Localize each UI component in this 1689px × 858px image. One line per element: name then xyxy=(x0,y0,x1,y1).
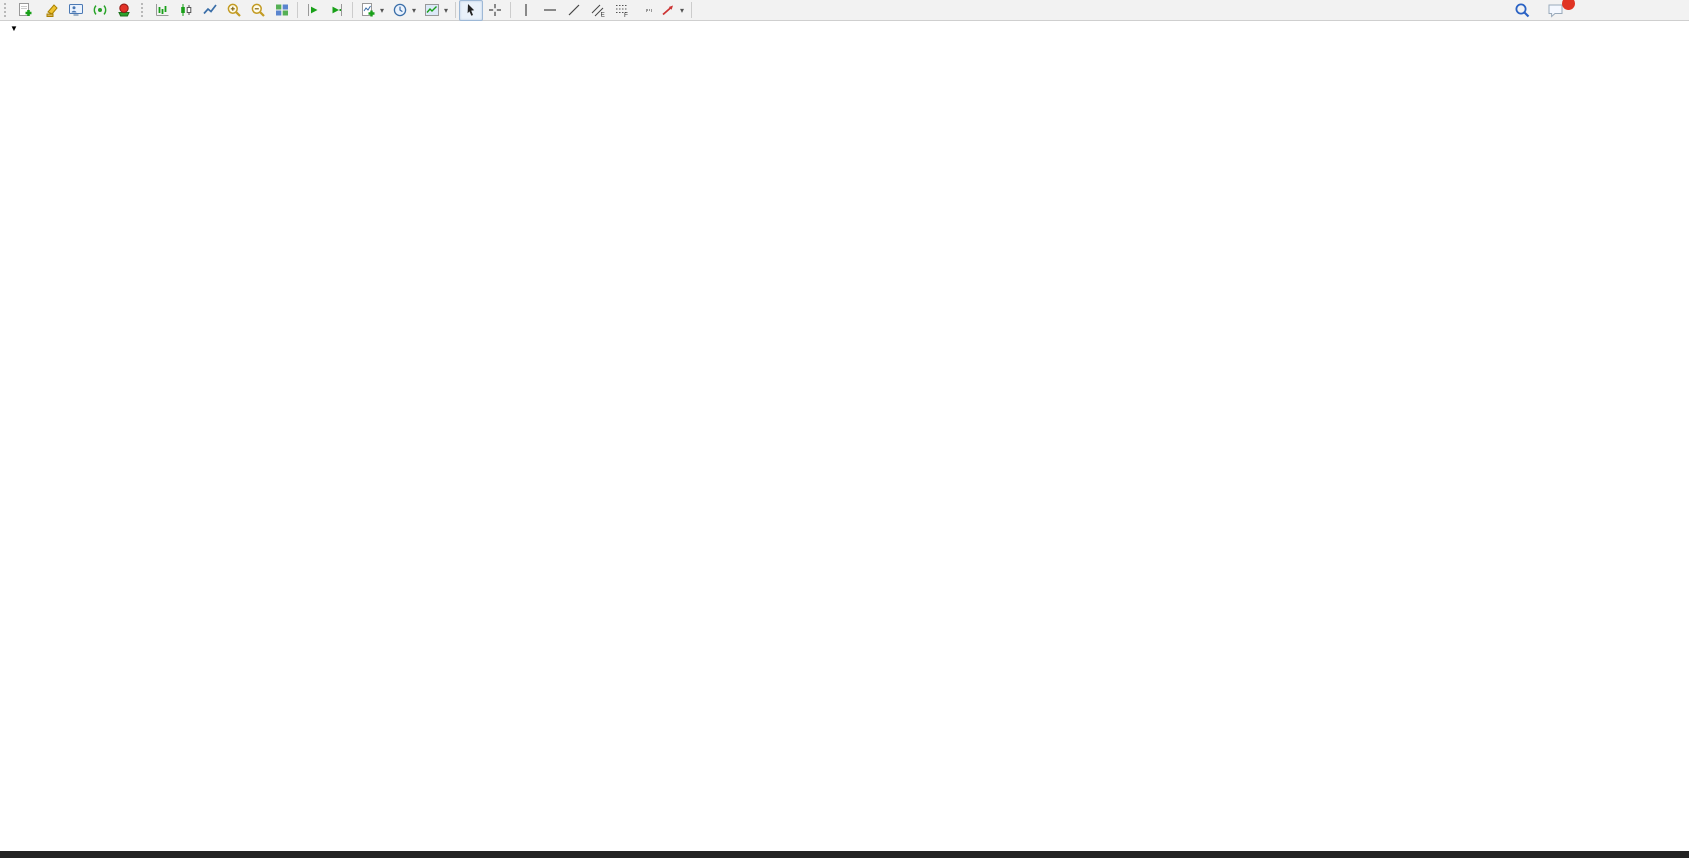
toolbar-right-group xyxy=(1510,0,1569,21)
text-label-icon xyxy=(646,9,652,11)
notifications-button[interactable] xyxy=(1543,0,1569,21)
toolbar-separator xyxy=(352,2,353,18)
highlighter-icon xyxy=(44,2,60,18)
toolbar-separator xyxy=(510,2,511,18)
signal-button[interactable] xyxy=(88,0,112,21)
one-click-trading-toggle-icon[interactable]: ▼ xyxy=(10,24,18,33)
taskbar-strip xyxy=(0,851,1689,858)
arrows-tool-button[interactable]: ▾ xyxy=(656,0,688,21)
dropdown-caret: ▾ xyxy=(444,6,448,15)
fibonacci-tool-button[interactable]: F xyxy=(610,0,634,21)
text-tool-button[interactable] xyxy=(634,0,642,21)
crosshair-icon xyxy=(487,2,503,18)
template-icon xyxy=(424,2,440,18)
candlestick-chart-icon xyxy=(178,2,194,18)
cursor-icon xyxy=(463,2,479,18)
bar-chart-button[interactable] xyxy=(150,0,174,21)
trendline-tool-button[interactable] xyxy=(562,0,586,21)
dropdown-caret: ▾ xyxy=(680,6,684,15)
new-order-icon xyxy=(17,2,33,18)
fibonacci-icon: F xyxy=(614,2,630,18)
equidistant-channel-tool-button[interactable]: E xyxy=(586,0,610,21)
indicators-icon xyxy=(360,2,376,18)
signal-icon xyxy=(92,2,108,18)
horizontal-line-icon xyxy=(542,2,558,18)
toolbar-grip xyxy=(4,3,9,17)
zoom-in-button[interactable] xyxy=(222,0,246,21)
price-chart-svg xyxy=(0,21,1689,851)
vertical-line-tool-button[interactable] xyxy=(514,0,538,21)
crosshair-tool-button[interactable] xyxy=(483,0,507,21)
auto-scroll-button[interactable] xyxy=(325,0,349,21)
tile-windows-icon xyxy=(274,2,290,18)
trendline-icon xyxy=(566,2,582,18)
clock-icon xyxy=(392,2,408,18)
indicators-button[interactable]: ▾ xyxy=(356,0,388,21)
notification-badge xyxy=(1562,0,1575,10)
zoom-out-icon xyxy=(250,2,266,18)
dropdown-caret: ▾ xyxy=(380,6,384,15)
bar-chart-icon xyxy=(154,2,170,18)
auto-trading-button[interactable] xyxy=(112,0,139,21)
svg-text:F: F xyxy=(624,12,628,18)
line-chart-button[interactable] xyxy=(198,0,222,21)
toolbar-separator xyxy=(455,2,456,18)
monitor-person-icon xyxy=(68,2,84,18)
zoom-out-button[interactable] xyxy=(246,0,270,21)
new-order-button[interactable] xyxy=(13,0,40,21)
chart-title-bar: ▼ xyxy=(10,24,43,33)
cursor-tool-button[interactable] xyxy=(459,0,483,21)
zoom-in-icon xyxy=(226,2,242,18)
toolbar-separator xyxy=(691,2,692,18)
toolbar-grip xyxy=(141,3,146,17)
tile-windows-button[interactable] xyxy=(270,0,294,21)
equidistant-channel-icon: E xyxy=(590,2,606,18)
search-icon xyxy=(1514,2,1531,19)
chart-shift-button[interactable] xyxy=(301,0,325,21)
auto-trading-icon xyxy=(116,2,132,18)
chart-window: ▼ xyxy=(0,21,1689,851)
text-label-tool-button[interactable] xyxy=(642,0,656,21)
dropdown-caret: ▾ xyxy=(412,6,416,15)
chart-shift-icon xyxy=(305,2,321,18)
arrow-shape-icon xyxy=(660,2,676,18)
toolbar-separator xyxy=(297,2,298,18)
horizontal-line-tool-button[interactable] xyxy=(538,0,562,21)
highlighter-button[interactable] xyxy=(40,0,64,21)
chart-profile-button[interactable] xyxy=(64,0,88,21)
auto-scroll-icon xyxy=(329,2,345,18)
candlestick-chart-button[interactable] xyxy=(174,0,198,21)
templates-button[interactable]: ▾ xyxy=(420,0,452,21)
vertical-line-icon xyxy=(518,2,534,18)
search-button[interactable] xyxy=(1510,0,1535,21)
main-toolbar: ▾ ▾ ▾ E F ▾ xyxy=(0,0,1689,21)
line-chart-icon xyxy=(202,2,218,18)
svg-text:E: E xyxy=(601,12,606,19)
periods-button[interactable]: ▾ xyxy=(388,0,420,21)
